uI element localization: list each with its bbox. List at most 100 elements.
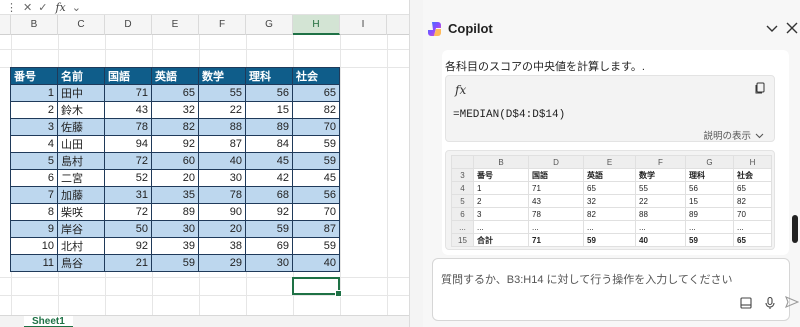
column-header-b[interactable]: B xyxy=(11,15,58,35)
cell-grid[interactable]: 番号 名前 国語 英語 数学 理科 社会 1 田中 71 65 55 56 65 2 鈴木 43 3… xyxy=(0,35,409,315)
table-cell[interactable]: 39 xyxy=(151,237,199,255)
table-cell[interactable]: 59 xyxy=(245,220,293,238)
column-header-h[interactable]: H xyxy=(293,15,340,35)
table-cell[interactable]: 7 xyxy=(10,186,58,204)
table-cell[interactable]: 1 xyxy=(10,84,58,102)
table-cell[interactable]: 94 xyxy=(104,135,152,153)
table-cell[interactable]: 40 xyxy=(198,152,246,170)
table-cell[interactable]: 10 xyxy=(10,237,58,255)
table-cell[interactable]: 56 xyxy=(292,186,340,204)
table-cell[interactable]: 2 xyxy=(10,101,58,119)
table-cell[interactable]: 21 xyxy=(104,254,152,272)
table-cell[interactable]: 59 xyxy=(292,152,340,170)
header-english[interactable]: 英語 xyxy=(151,67,199,85)
header-social[interactable]: 社会 xyxy=(292,67,340,85)
more-icon[interactable]: ⋮ xyxy=(6,1,17,14)
table-cell[interactable]: 38 xyxy=(198,237,246,255)
table-cell[interactable]: 40 xyxy=(292,254,340,272)
table-cell[interactable]: 55 xyxy=(198,84,246,102)
table-cell[interactable]: 柴咲 xyxy=(57,203,105,221)
table-cell[interactable]: 70 xyxy=(292,203,340,221)
copilot-input-box[interactable]: 質問するか、B3:H14 に対して行う操作を入力してください xyxy=(432,258,799,321)
table-cell[interactable]: 43 xyxy=(104,101,152,119)
table-cell[interactable]: 5 xyxy=(10,152,58,170)
table-cell[interactable]: 22 xyxy=(198,101,246,119)
table-cell[interactable]: 70 xyxy=(292,118,340,136)
column-header-d[interactable]: D xyxy=(105,15,152,35)
table-cell[interactable]: 島村 xyxy=(57,152,105,170)
table-cell[interactable]: 15 xyxy=(245,101,293,119)
table-cell[interactable]: 89 xyxy=(245,118,293,136)
table-cell[interactable]: 二宮 xyxy=(57,169,105,187)
send-icon[interactable] xyxy=(785,295,799,309)
table-cell[interactable]: 42 xyxy=(245,169,293,187)
score-table[interactable]: 番号 名前 国語 英語 数学 理科 社会 1 田中 71 65 55 56 65 2 鈴木 43 3… xyxy=(10,67,340,272)
table-cell[interactable]: 72 xyxy=(104,152,152,170)
table-cell[interactable]: 岸谷 xyxy=(57,220,105,238)
table-cell[interactable]: 20 xyxy=(151,169,199,187)
table-cell[interactable]: 84 xyxy=(245,135,293,153)
table-cell[interactable]: 加藤 xyxy=(57,186,105,204)
show-explanation-link[interactable]: 説明の表示 xyxy=(703,128,764,142)
close-icon[interactable] xyxy=(785,21,799,35)
table-cell[interactable]: 29 xyxy=(198,254,246,272)
table-cell[interactable]: 59 xyxy=(151,254,199,272)
table-cell[interactable]: 30 xyxy=(198,169,246,187)
table-cell[interactable]: 52 xyxy=(104,169,152,187)
table-cell[interactable]: 92 xyxy=(104,237,152,255)
table-cell[interactable]: 30 xyxy=(151,220,199,238)
column-header-i[interactable]: I xyxy=(340,15,387,35)
table-cell[interactable]: 65 xyxy=(292,84,340,102)
copy-icon[interactable] xyxy=(754,82,766,95)
table-cell[interactable]: 30 xyxy=(245,254,293,272)
prompt-guide-icon[interactable] xyxy=(739,296,753,310)
table-cell[interactable]: 69 xyxy=(245,237,293,255)
table-cell[interactable]: 6 xyxy=(10,169,58,187)
table-cell[interactable]: 59 xyxy=(292,237,340,255)
table-cell[interactable]: 87 xyxy=(292,220,340,238)
table-cell[interactable]: 32 xyxy=(151,101,199,119)
enter-icon[interactable]: ✓ xyxy=(38,1,47,14)
table-cell[interactable]: 82 xyxy=(151,118,199,136)
table-cell[interactable]: 8 xyxy=(10,203,58,221)
chevron-down-icon[interactable] xyxy=(765,21,779,35)
table-cell[interactable]: 56 xyxy=(245,84,293,102)
table-cell[interactable]: 78 xyxy=(198,186,246,204)
table-cell[interactable]: 60 xyxy=(151,152,199,170)
table-cell[interactable]: 田中 xyxy=(57,84,105,102)
table-cell[interactable]: 鳥谷 xyxy=(57,254,105,272)
table-cell[interactable]: 山田 xyxy=(57,135,105,153)
table-cell[interactable]: 北村 xyxy=(57,237,105,255)
table-cell[interactable]: 68 xyxy=(245,186,293,204)
column-header-f[interactable]: F xyxy=(199,15,246,35)
sheet-tab-sheet1[interactable]: Sheet1 xyxy=(24,316,73,327)
header-number[interactable]: 番号 xyxy=(10,67,58,85)
table-cell[interactable]: 92 xyxy=(245,203,293,221)
table-cell[interactable]: 45 xyxy=(245,152,293,170)
column-header-e[interactable]: E xyxy=(152,15,199,35)
pane-splitter[interactable] xyxy=(409,0,423,327)
table-cell[interactable]: 92 xyxy=(151,135,199,153)
header-name[interactable]: 名前 xyxy=(57,67,105,85)
active-cell-selection[interactable] xyxy=(292,277,342,297)
scrollbar-thumb[interactable] xyxy=(792,215,798,243)
table-cell[interactable]: 20 xyxy=(198,220,246,238)
table-cell[interactable]: 50 xyxy=(104,220,152,238)
table-cell[interactable]: 88 xyxy=(198,118,246,136)
table-cell[interactable]: 72 xyxy=(104,203,152,221)
column-header-c[interactable]: C xyxy=(58,15,105,35)
table-cell[interactable]: 89 xyxy=(151,203,199,221)
table-cell[interactable]: 佐藤 xyxy=(57,118,105,136)
table-cell[interactable]: 9 xyxy=(10,220,58,238)
microphone-icon[interactable] xyxy=(763,296,777,310)
table-cell[interactable]: 31 xyxy=(104,186,152,204)
table-cell[interactable]: 90 xyxy=(198,203,246,221)
header-science[interactable]: 理科 xyxy=(245,67,293,85)
table-cell[interactable]: 65 xyxy=(151,84,199,102)
table-cell[interactable]: 35 xyxy=(151,186,199,204)
table-cell[interactable]: 71 xyxy=(104,84,152,102)
insert-function-icon[interactable]: fx xyxy=(55,1,65,14)
table-cell[interactable]: 45 xyxy=(292,169,340,187)
table-cell[interactable]: 4 xyxy=(10,135,58,153)
chevron-down-icon[interactable]: ⌄ xyxy=(72,1,81,14)
